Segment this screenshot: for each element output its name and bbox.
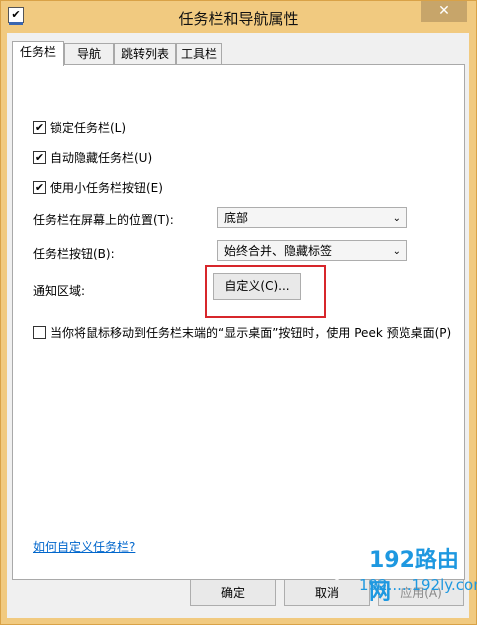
peek-checkbox[interactable] xyxy=(33,326,46,339)
tab-navigation[interactable]: 导航 xyxy=(64,43,114,65)
peek-label: 当你将鼠标移动到任务栏末端的“显示桌面”按钮时，使用 Peek 预览桌面(P) xyxy=(50,326,452,340)
location-select[interactable]: 底部 ⌄ xyxy=(217,207,407,228)
chevron-down-icon: ⌄ xyxy=(392,246,401,257)
location-value: 底部 xyxy=(224,211,249,225)
location-label: 任务栏在屏幕上的位置(T): xyxy=(33,213,174,227)
title-bar[interactable]: ✔ 任务栏和导航属性 ✕ xyxy=(1,1,476,33)
dialog-client: 任务栏 导航 跳转列表 工具栏 ✔ 锁定任务栏(L) ✔ 自动隐藏任务栏(U) … xyxy=(7,33,469,618)
small-buttons-option[interactable]: ✔ 使用小任务栏按钮(E) xyxy=(33,179,163,196)
lock-taskbar-checkbox[interactable]: ✔ xyxy=(33,121,46,134)
buttons-label: 任务栏按钮(B): xyxy=(33,247,115,261)
wifi-icon xyxy=(311,543,363,580)
lock-taskbar-option[interactable]: ✔ 锁定任务栏(L) xyxy=(33,119,126,136)
autohide-label: 自动隐藏任务栏(U) xyxy=(50,151,153,165)
ok-button[interactable]: 确定 xyxy=(190,579,276,606)
lock-taskbar-label: 锁定任务栏(L) xyxy=(50,121,127,135)
buttons-value: 始终合并、隐藏标签 xyxy=(224,244,333,258)
watermark-sub: 192.....192ly.com xyxy=(359,576,477,594)
notification-label: 通知区域: xyxy=(33,284,86,298)
watermark-main: 192路由网 xyxy=(369,548,459,605)
customize-button[interactable]: 自定义(C)... xyxy=(213,273,301,300)
tab-jumplist[interactable]: 跳转列表 xyxy=(114,43,176,65)
small-buttons-label: 使用小任务栏按钮(E) xyxy=(50,181,163,195)
autohide-option[interactable]: ✔ 自动隐藏任务栏(U) xyxy=(33,149,152,166)
close-button[interactable]: ✕ xyxy=(421,1,467,22)
buttons-select[interactable]: 始终合并、隐藏标签 ⌄ xyxy=(217,240,407,261)
small-buttons-checkbox[interactable]: ✔ xyxy=(33,181,46,194)
autohide-checkbox[interactable]: ✔ xyxy=(33,151,46,164)
help-link[interactable]: 如何自定义任务栏? xyxy=(33,538,135,555)
watermark: 192路由网 192.....192ly.com xyxy=(301,537,477,605)
peek-option[interactable]: 当你将鼠标移动到任务栏末端的“显示桌面”按钮时，使用 Peek 预览桌面(P) xyxy=(33,324,451,341)
dialog-window: ✔ 任务栏和导航属性 ✕ 任务栏 导航 跳转列表 工具栏 ✔ 锁定任务栏(L) … xyxy=(0,0,477,625)
window-title: 任务栏和导航属性 xyxy=(178,10,299,28)
taskbar-panel: ✔ 锁定任务栏(L) ✔ 自动隐藏任务栏(U) ✔ 使用小任务栏按钮(E) 任务… xyxy=(12,64,465,580)
tab-toolbars[interactable]: 工具栏 xyxy=(176,43,222,65)
chevron-down-icon: ⌄ xyxy=(392,213,401,224)
tab-taskbar[interactable]: 任务栏 xyxy=(12,41,64,66)
